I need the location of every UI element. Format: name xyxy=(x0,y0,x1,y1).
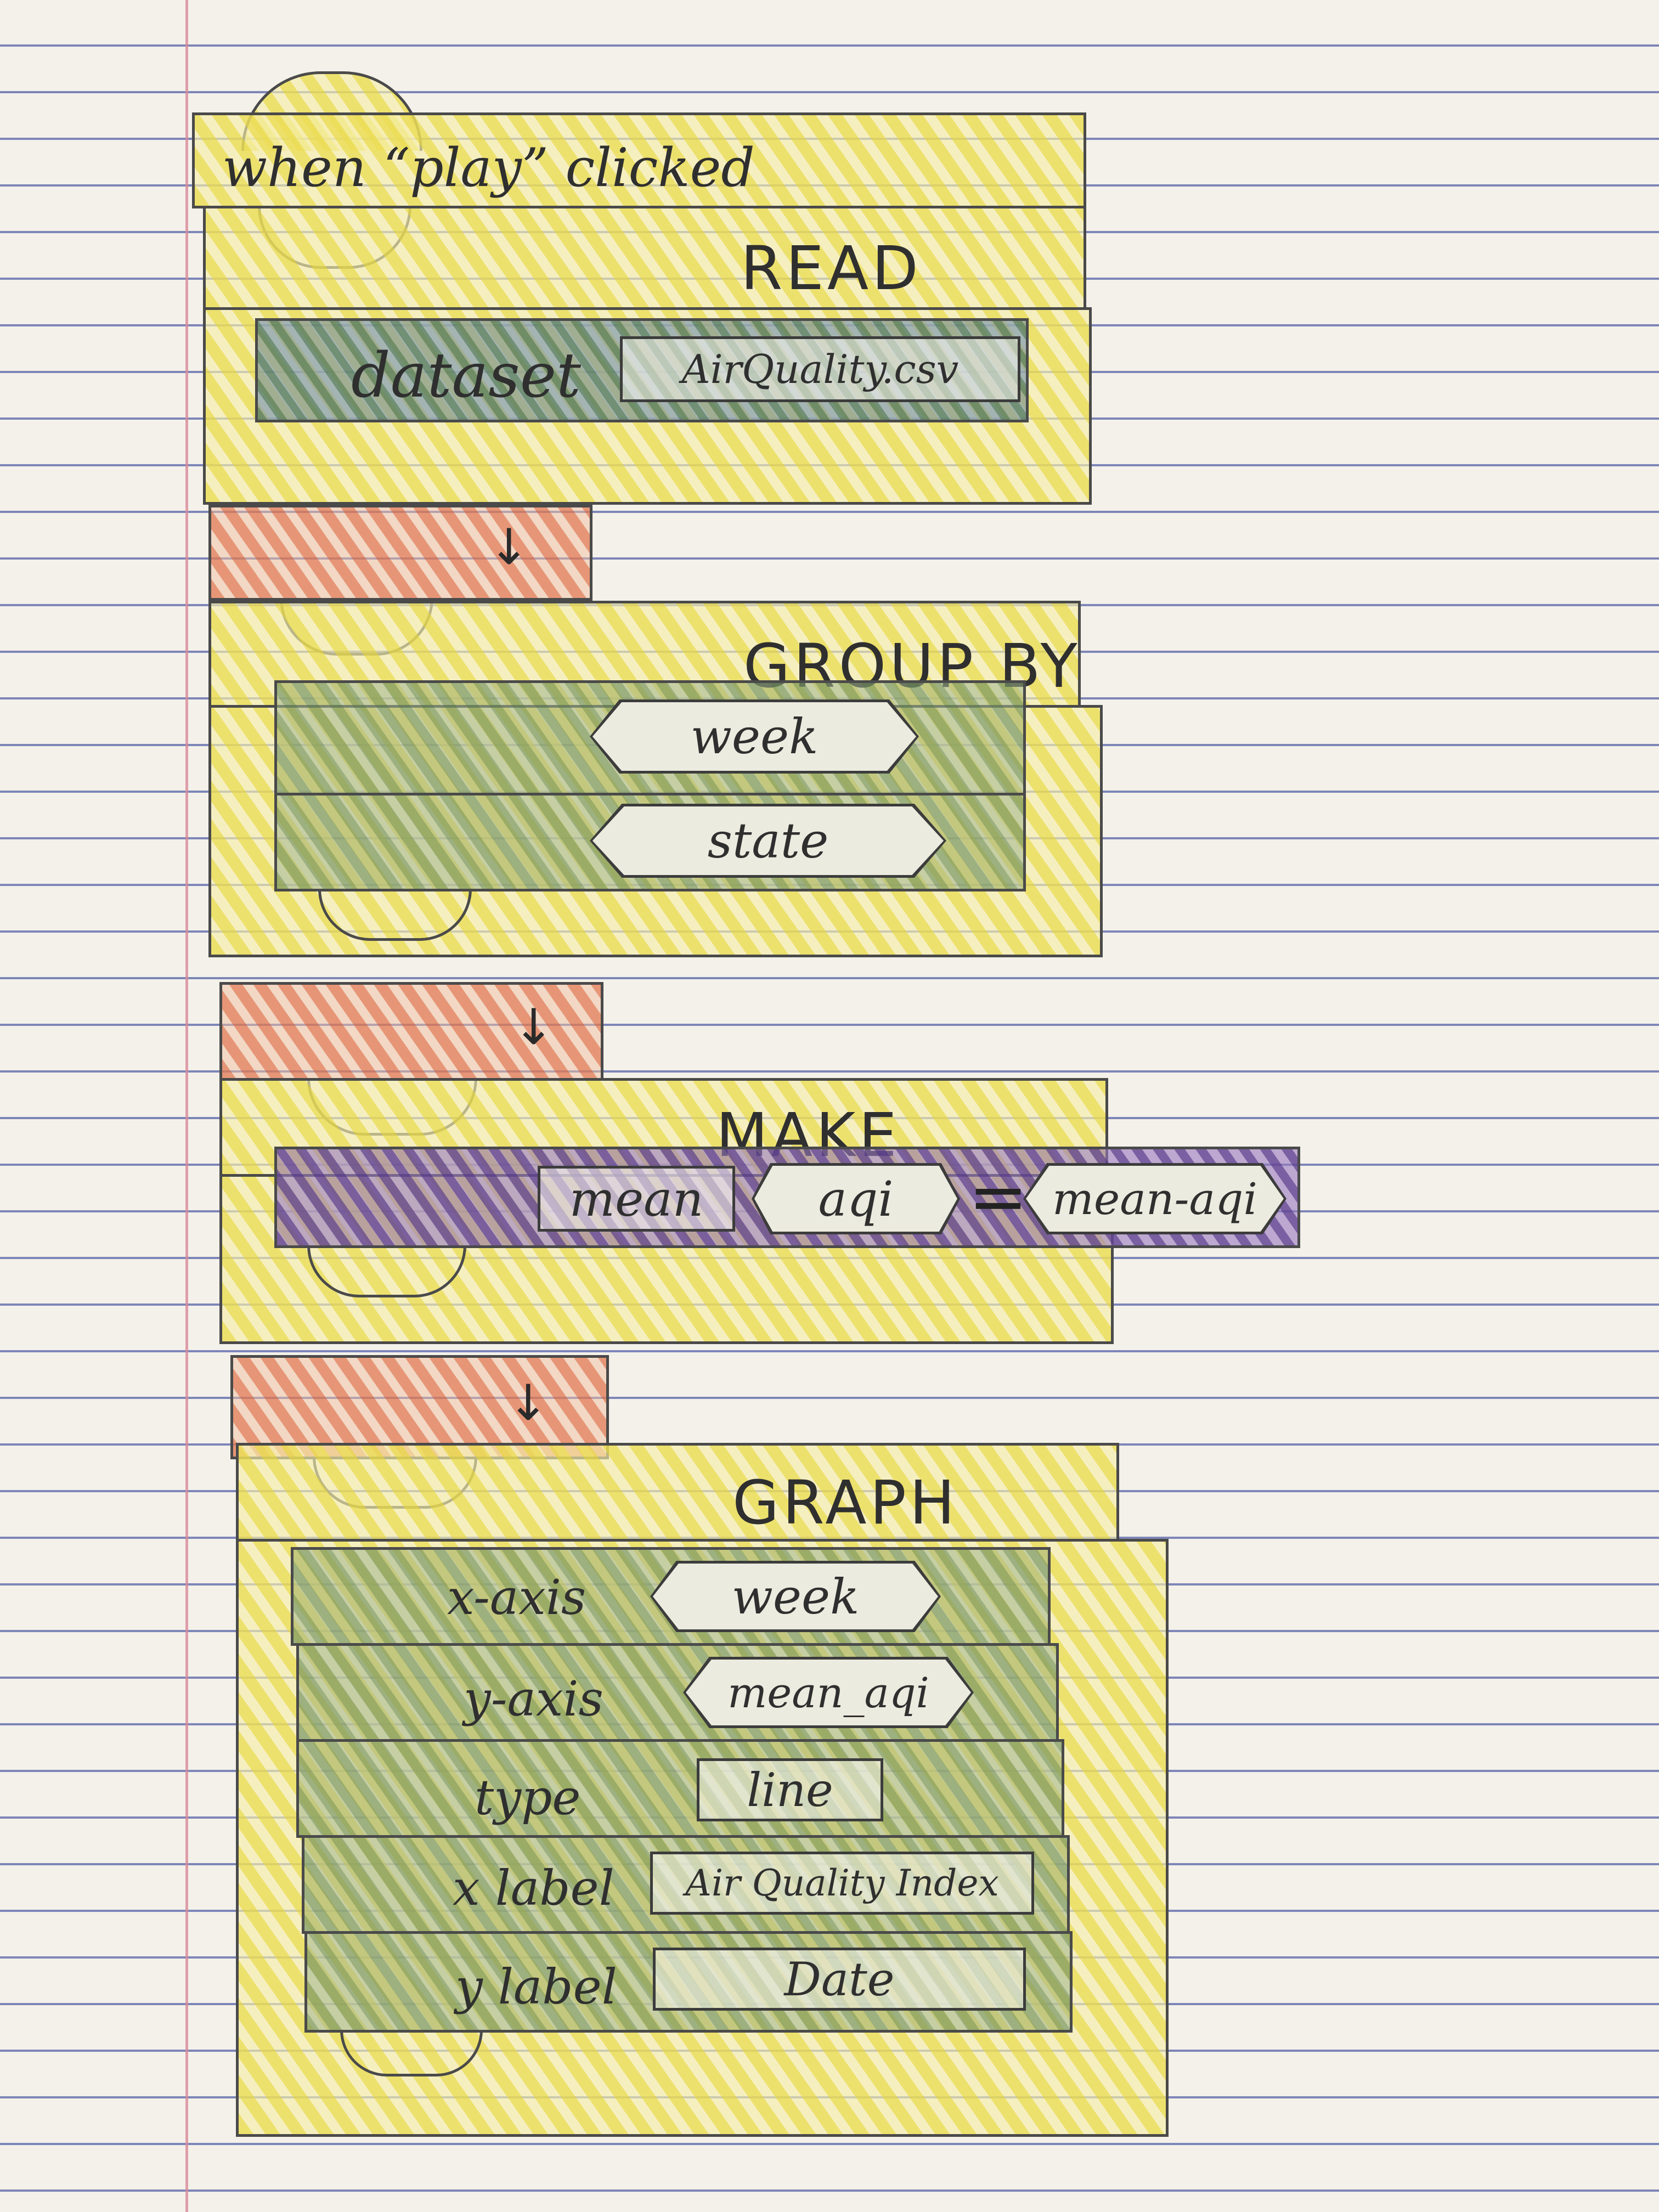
y-axis-label: y-axis xyxy=(464,1671,603,1727)
graph-type-param[interactable]: type line xyxy=(296,1739,1064,1838)
graph-xlabel-param[interactable]: x label Air Quality Index xyxy=(302,1835,1070,1934)
down-arrow-icon: ↓ xyxy=(507,1374,549,1432)
read-block[interactable]: READ xyxy=(203,206,1086,310)
graph-heading: GRAPH xyxy=(732,1468,958,1538)
field-state-value[interactable]: state xyxy=(590,804,946,878)
ylabel-value-box[interactable]: Date xyxy=(653,1948,1026,2011)
read-dataset-param[interactable]: dataset AirQuality.csv xyxy=(255,318,1029,422)
dataset-param-label: dataset xyxy=(351,340,582,411)
margin-line xyxy=(185,0,188,2212)
graph-ylabel-param[interactable]: y label Date xyxy=(304,1931,1073,2033)
type-label: type xyxy=(475,1769,581,1826)
event-label: when “play” clicked xyxy=(222,137,755,199)
connector-block-1: ↓ xyxy=(208,505,592,601)
make-equals: = xyxy=(968,1155,1028,1238)
xlabel-label: x label xyxy=(453,1860,614,1916)
graph-block[interactable]: GRAPH xyxy=(236,1443,1119,1542)
group-by-field-2[interactable]: state xyxy=(274,793,1026,891)
make-result-value[interactable]: mean-aqi xyxy=(1023,1163,1286,1234)
make-column-value[interactable]: aqi xyxy=(752,1163,960,1234)
connector-block-2: ↓ xyxy=(219,982,603,1081)
graph-x-axis-param[interactable]: x-axis week xyxy=(291,1547,1051,1646)
ylabel-label: y label xyxy=(455,1959,617,2015)
y-axis-value[interactable]: mean_aqi xyxy=(683,1657,974,1728)
graph-y-axis-param[interactable]: y-axis mean_aqi xyxy=(296,1643,1059,1742)
make-function-box[interactable]: mean xyxy=(538,1166,735,1232)
x-axis-label: x-axis xyxy=(447,1569,586,1626)
type-value-box[interactable]: line xyxy=(697,1758,883,1821)
x-axis-value[interactable]: week xyxy=(650,1561,941,1632)
event-block[interactable]: when “play” clicked xyxy=(192,112,1086,208)
down-arrow-icon: ↓ xyxy=(488,518,530,576)
dataset-value-box[interactable]: AirQuality.csv xyxy=(620,336,1020,402)
make-param[interactable]: mean aqi = mean-aqi xyxy=(274,1147,1300,1248)
down-arrow-icon: ↓ xyxy=(513,998,555,1056)
read-heading: READ xyxy=(741,233,922,303)
xlabel-value-box[interactable]: Air Quality Index xyxy=(650,1852,1034,1915)
group-by-field-1[interactable]: week xyxy=(274,680,1026,795)
field-week-value[interactable]: week xyxy=(590,699,919,774)
